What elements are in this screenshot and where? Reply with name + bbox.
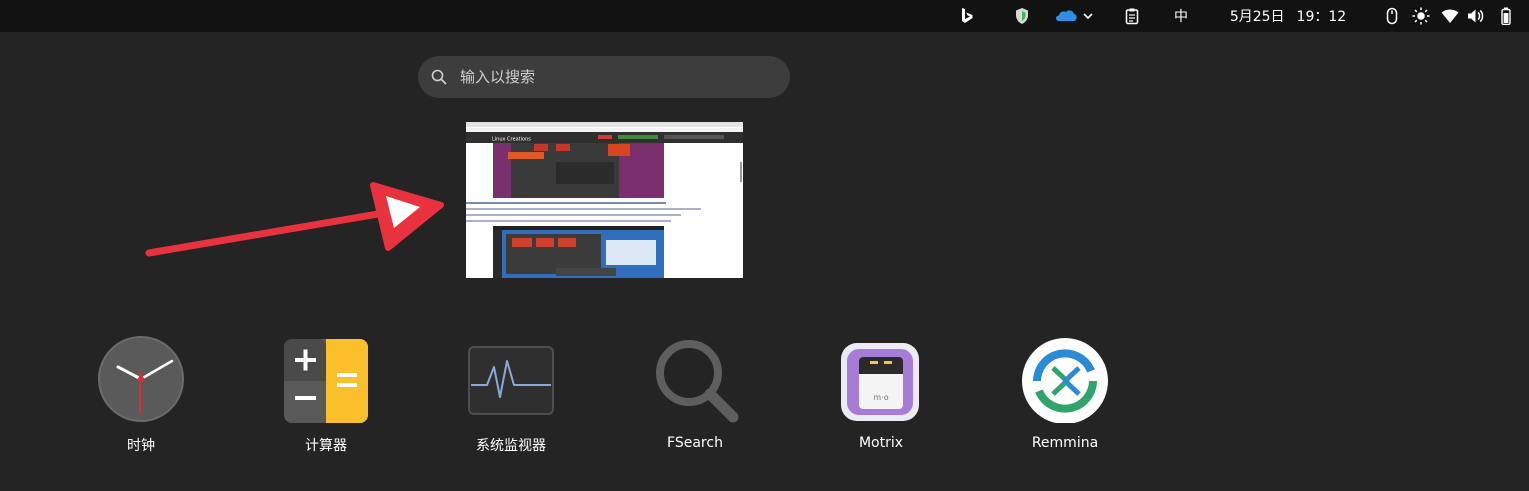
wifi-icon[interactable] xyxy=(1439,0,1461,32)
app-system-monitor[interactable]: 系统监视器 xyxy=(436,335,586,465)
remmina-icon xyxy=(1022,338,1108,423)
clock-display[interactable]: 5月25日 19：12 xyxy=(1226,0,1350,32)
search-bar[interactable] xyxy=(418,56,790,98)
clipboard-icon[interactable] xyxy=(1120,0,1144,32)
app-label: 计算器 xyxy=(305,438,347,454)
motrix-icon: m·o xyxy=(841,343,919,421)
shield-icon[interactable] xyxy=(1010,0,1034,32)
app-label: 时钟 xyxy=(127,438,155,454)
top-bar: 中 5月25日 19：12 xyxy=(0,0,1529,32)
app-label: FSearch xyxy=(667,435,723,451)
search-input[interactable] xyxy=(460,56,770,98)
search-icon xyxy=(431,69,447,85)
app-clock[interactable]: 时钟 xyxy=(66,335,216,465)
calculator-icon xyxy=(284,339,368,423)
night-light-icon[interactable] xyxy=(1410,0,1432,32)
svg-text:Linux Creations: Linux Creations xyxy=(492,137,531,143)
mouse-icon[interactable] xyxy=(1382,0,1402,32)
svg-text:m·o: m·o xyxy=(873,393,888,402)
app-calculator[interactable]: 计算器 xyxy=(251,335,401,465)
clock-icon xyxy=(98,336,184,422)
volume-icon[interactable] xyxy=(1465,0,1487,32)
battery-icon[interactable] xyxy=(1496,0,1516,32)
workspace-thumbnail[interactable]: Linux Creations xyxy=(466,122,743,278)
app-label: Remmina xyxy=(1031,435,1099,451)
date-label: 5月25日 xyxy=(1229,9,1285,25)
workspace-preview-image: Linux Creations xyxy=(466,122,743,278)
app-fsearch[interactable]: FSearch xyxy=(620,335,770,465)
bing-icon[interactable] xyxy=(953,0,981,32)
cloud-sync-icon[interactable] xyxy=(1054,0,1098,32)
app-motrix[interactable]: m·o Motrix xyxy=(806,335,956,465)
time-label: 19：12 xyxy=(1296,9,1347,25)
input-method-indicator[interactable]: 中 xyxy=(1168,0,1194,32)
app-label: Motrix xyxy=(858,435,904,451)
system-monitor-icon xyxy=(468,346,554,415)
app-label: 系统监视器 xyxy=(476,438,546,454)
magnifier-icon xyxy=(656,340,739,423)
app-remmina[interactable]: Remmina xyxy=(990,335,1140,465)
red-arrow-annotation xyxy=(145,182,444,257)
